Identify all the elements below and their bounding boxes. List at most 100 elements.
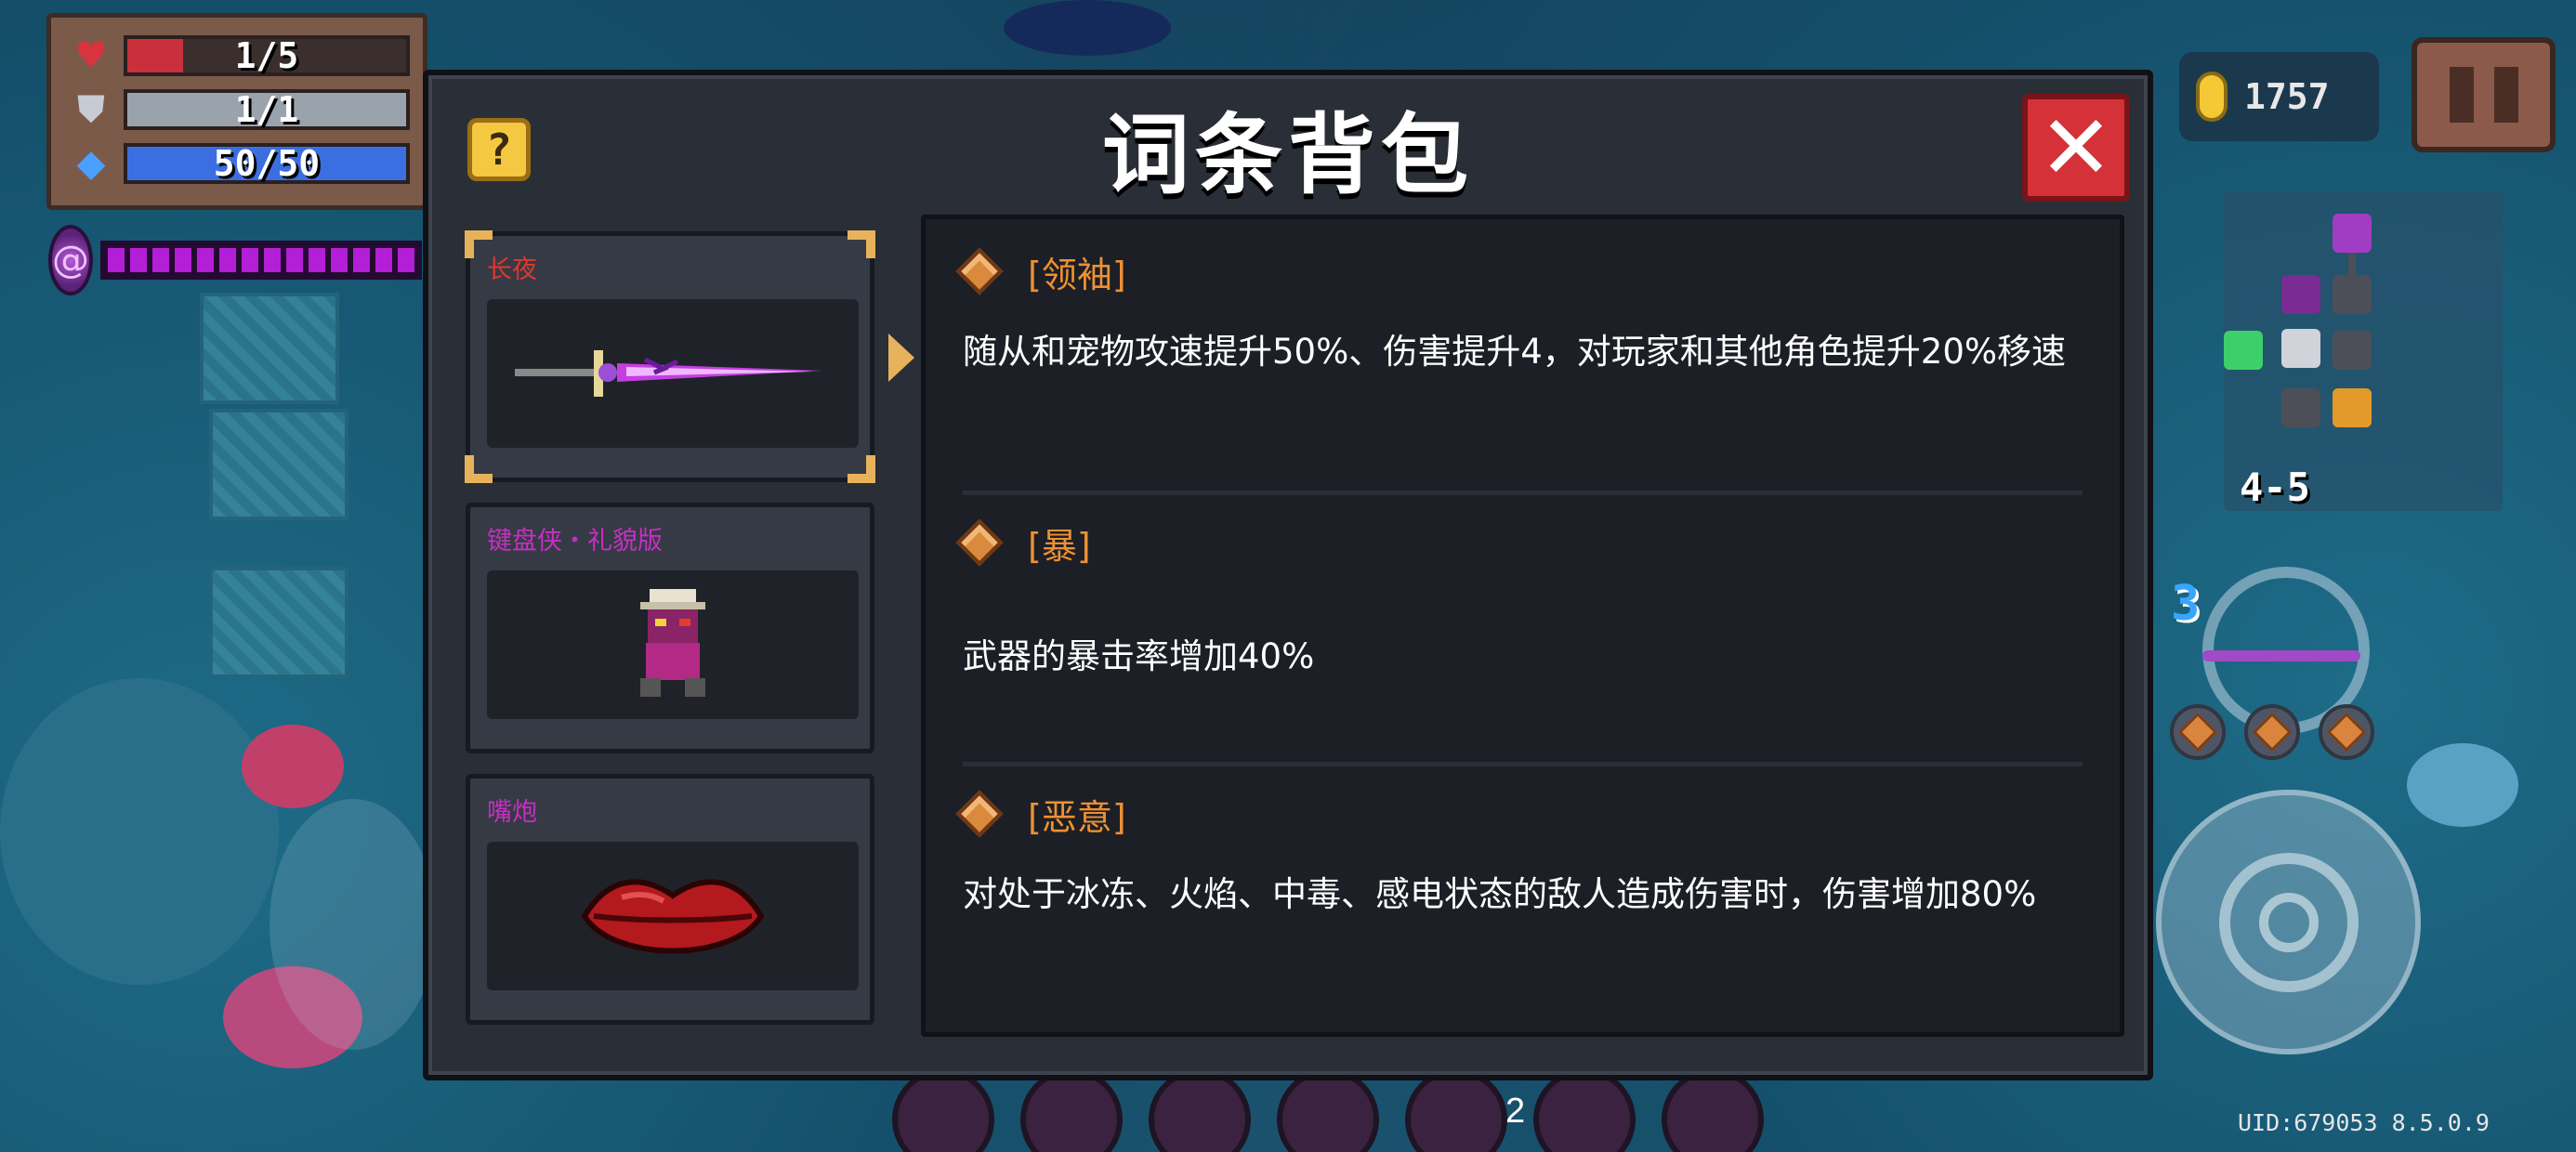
buff-pip <box>152 248 169 272</box>
armor-row: ⛊ 1/1 <box>64 83 410 137</box>
affix-header: [暴] <box>955 515 2083 570</box>
buff-duration-bar <box>100 241 422 280</box>
crosshair-icon <box>2218 852 2359 992</box>
page-indicator: 2 <box>1505 1092 1526 1131</box>
affix-bag-dialog: ? 词条背包 ✕ 长夜 键盘侠・礼貌版 嘴炮 [领袖] 随从和宠物攻速提升50%… <box>423 70 2153 1080</box>
skill-slot[interactable] <box>1405 1068 1507 1152</box>
energy-row: ◆ 50/50 <box>64 137 410 190</box>
item-name: 嘴炮 <box>487 798 537 827</box>
affix-gem-icon[interactable] <box>2319 704 2374 760</box>
affix-detail-panel: [领袖] 随从和宠物攻速提升50%、伤害提升4，对玩家和其他角色提升20%移速 … <box>921 215 2124 1037</box>
bottom-skill-bar <box>892 1068 1764 1152</box>
item-art <box>487 842 859 990</box>
minimap-exit-room <box>2224 331 2263 370</box>
affix-gem-icon[interactable] <box>2170 704 2226 760</box>
affix-name: [领袖] <box>1028 254 1126 295</box>
heart-icon: ♥ <box>74 34 108 77</box>
jellyfish <box>2407 743 2518 827</box>
minimap-room <box>2333 331 2372 370</box>
pause-icon <box>2449 67 2474 123</box>
affix-name: [暴] <box>1028 525 1091 567</box>
energy-value: 50/50 <box>213 143 321 184</box>
close-button[interactable]: ✕ <box>2022 94 2130 202</box>
floor-tile <box>209 567 348 678</box>
armor-bar: 1/1 <box>124 89 410 130</box>
affix-gem-row[interactable] <box>2170 704 2374 760</box>
skill-slot[interactable] <box>1020 1068 1123 1152</box>
dark-sword-icon <box>515 350 821 397</box>
selection-corner <box>848 455 875 483</box>
buff-pip <box>242 248 258 272</box>
affix-header: [恶意] <box>955 786 2083 842</box>
minimap-room <box>2281 275 2320 314</box>
dialog-title: 词条背包 <box>1101 105 1474 206</box>
item-card-keyboard-warrior[interactable]: 键盘侠・礼貌版 <box>466 503 874 753</box>
item-card-mouth-cannon[interactable]: 嘴炮 <box>466 774 874 1025</box>
affix-description: 随从和宠物攻速提升50%、伤害提升4，对玩家和其他角色提升20%移速 <box>963 332 2067 372</box>
buff-pip <box>309 248 325 272</box>
shield-icon: ⛊ <box>77 88 105 131</box>
item-art <box>487 299 859 448</box>
minimap-room <box>2333 275 2372 314</box>
hp-bar: 1/5 <box>124 35 410 76</box>
minimap[interactable] <box>2224 191 2503 511</box>
buff-pip <box>331 248 348 272</box>
buff-pip <box>130 248 147 272</box>
affix-entry: [领袖] 随从和宠物攻速提升50%、伤害提升4，对玩家和其他角色提升20%移速 <box>926 219 2120 491</box>
affix-gem-icon[interactable] <box>2244 704 2300 760</box>
affix-gem-icon <box>955 247 1004 295</box>
lips-icon <box>581 879 765 954</box>
floor-tile <box>200 293 339 404</box>
hp-row: ♥ 1/5 <box>64 29 410 83</box>
coral-cluster <box>0 678 279 985</box>
affix-entry: [暴] 武器的暴击率增加40% <box>926 491 2120 762</box>
buff-pip <box>219 248 236 272</box>
energy-bar: 50/50 <box>124 143 410 184</box>
selection-corner <box>848 230 875 258</box>
pause-button[interactable] <box>2412 37 2556 152</box>
item-list: 长夜 键盘侠・礼貌版 嘴炮 <box>465 230 875 1045</box>
attack-button[interactable] <box>2156 790 2421 1054</box>
skill-slot[interactable] <box>892 1068 994 1152</box>
minimap-current-room <box>2281 329 2320 368</box>
coin-icon <box>2196 72 2228 122</box>
buff-pip <box>264 248 281 272</box>
minimap-room <box>2333 214 2372 253</box>
affix-header: [领袖] <box>955 243 2083 299</box>
buff-pip <box>375 248 392 272</box>
affix-gem-icon <box>955 518 1004 567</box>
item-art <box>487 570 859 719</box>
affix-entry: [恶意] 对处于冰冻、火焰、中毒、感电状态的敌人造成伤害时，伤害增加80% <box>926 762 2120 1033</box>
skill-slot[interactable] <box>1149 1068 1251 1152</box>
skill-slot[interactable] <box>1277 1068 1379 1152</box>
armor-value: 1/1 <box>234 89 299 130</box>
affix-name: [恶意] <box>1028 796 1126 838</box>
pause-icon <box>2493 67 2518 123</box>
floor-tile <box>209 409 348 520</box>
coin-count: 1757 <box>2244 76 2330 117</box>
affix-description: 对处于冰冻、火焰、中毒、感电状态的敌人造成伤害时，伤害增加80% <box>963 874 2037 914</box>
uid-version-label: UID:679053 8.5.0.9 <box>2238 1109 2490 1136</box>
item-card-long-night[interactable]: 长夜 <box>465 230 875 483</box>
coin-counter: 1757 <box>2179 52 2379 141</box>
buff-pip <box>197 248 214 272</box>
swirl-buff-icon[interactable]: @ <box>48 225 93 295</box>
buff-pip <box>398 248 414 272</box>
diamond-icon: ◆ <box>76 142 106 185</box>
keyboard-warrior-icon <box>640 589 705 697</box>
buff-pip <box>175 248 191 272</box>
dark-sword-icon <box>2202 650 2360 661</box>
skill-slot[interactable] <box>1662 1068 1764 1152</box>
hp-value: 1/5 <box>234 35 299 76</box>
buff-pip <box>353 248 370 272</box>
selection-arrow-icon <box>888 334 914 382</box>
skill-slot[interactable] <box>1533 1068 1636 1152</box>
affix-gem-icon <box>955 790 1004 838</box>
level-label: 4-5 <box>2240 465 2310 510</box>
affix-description: 武器的暴击率增加40% <box>963 636 1315 676</box>
move-joystick[interactable] <box>269 799 437 1050</box>
buff-pip <box>108 248 125 272</box>
selection-corner <box>465 455 493 483</box>
buff-strip: @ <box>48 225 422 295</box>
player-stats-panel: ♥ 1/5 ⛊ 1/1 ◆ 50/50 <box>46 13 427 210</box>
